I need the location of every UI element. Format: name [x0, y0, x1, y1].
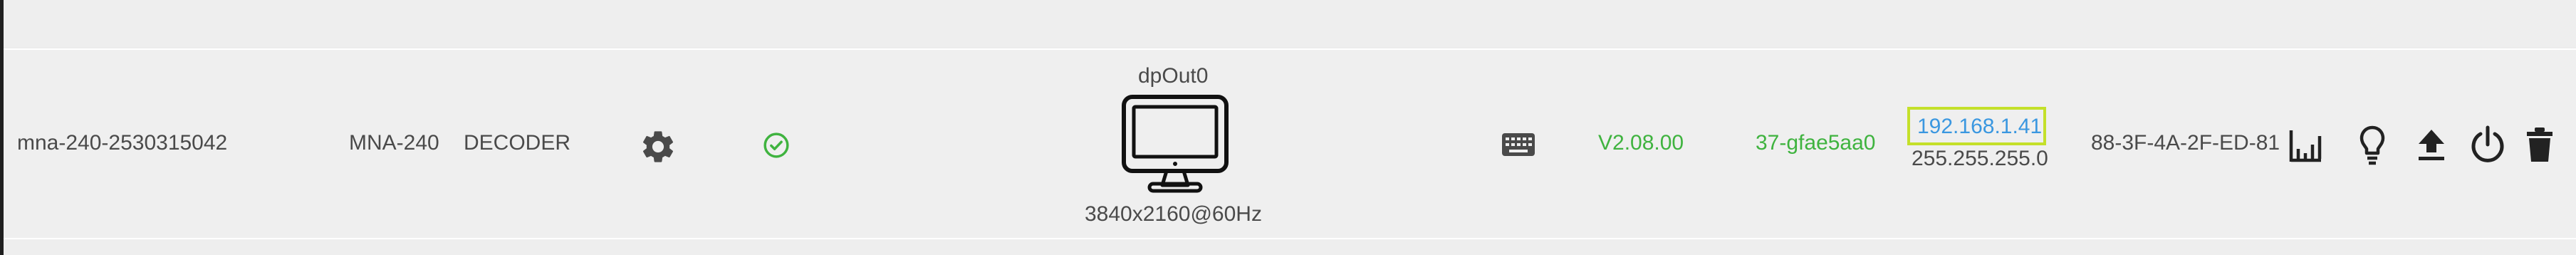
device-model: MNA-240 — [349, 131, 439, 155]
mac-address: 88-3F-4A-2F-ED-81 — [2091, 131, 2280, 155]
output-name: dpOut0 — [1138, 64, 1209, 88]
output-resolution: 3840x2160@60Hz — [1085, 202, 1262, 226]
bar-chart-icon[interactable] — [2287, 128, 2324, 165]
trash-icon[interactable] — [2526, 126, 2553, 163]
previous-row-area — [4, 0, 2576, 47]
device-hostname: mna-240-2530315042 — [17, 131, 228, 155]
netmask: 255.255.255.0 — [1912, 147, 2048, 170]
keyboard-icon[interactable] — [1501, 132, 1536, 157]
monitor-icon[interactable] — [1120, 94, 1231, 197]
ip-address-link[interactable]: 192.168.1.41 — [1917, 116, 2042, 137]
lightbulb-icon[interactable] — [2359, 125, 2386, 167]
next-row-area — [4, 239, 2576, 255]
device-role: DECODER — [464, 131, 571, 155]
power-icon[interactable] — [2469, 125, 2506, 165]
upload-icon[interactable] — [2416, 128, 2447, 162]
build-id: 37-gfae5aa0 — [1756, 131, 1876, 155]
check-circle-icon — [763, 132, 789, 158]
firmware-version: V2.08.00 — [1598, 131, 1684, 155]
gear-icon[interactable] — [639, 128, 677, 166]
